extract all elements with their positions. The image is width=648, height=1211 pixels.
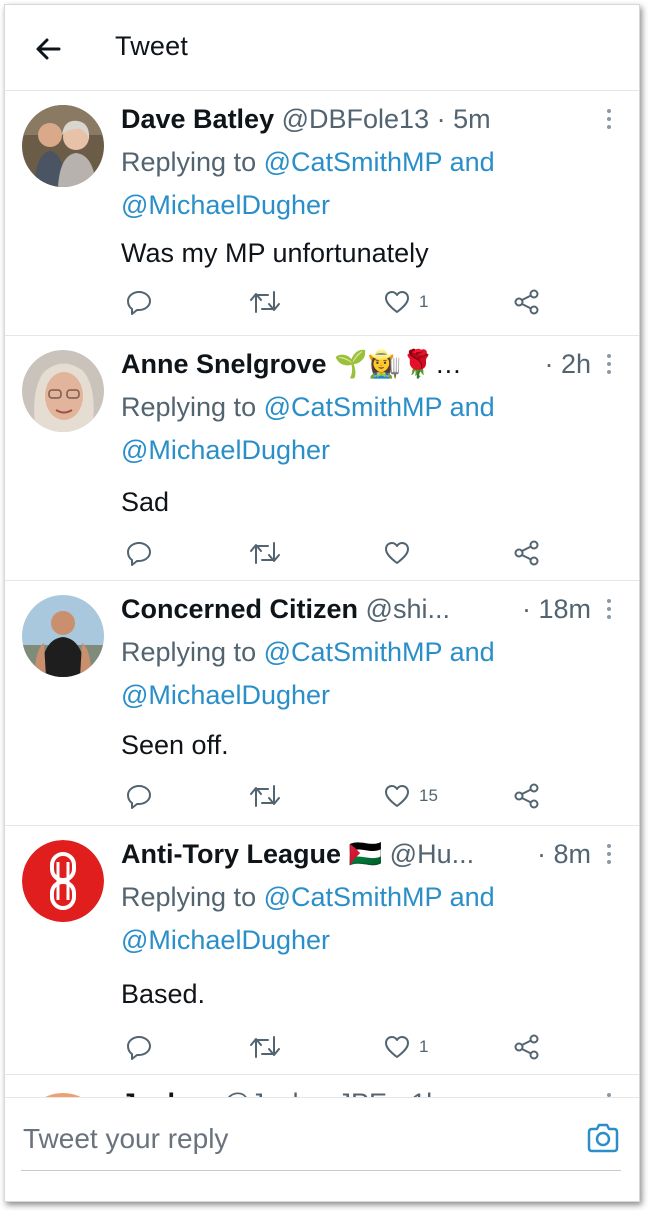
replying-prefix: Replying to [121, 147, 257, 177]
reply-tweet[interactable]: Anti-Tory League 🇵🇸 @Hu... · 8m Replying… [5, 826, 639, 1075]
separator-dot: · [544, 349, 554, 379]
reply-icon[interactable] [125, 538, 153, 568]
separator-dot: · [436, 104, 446, 134]
timestamp-value: 18m [538, 594, 591, 624]
like-icon[interactable]: 1 [383, 1032, 428, 1062]
more-options-icon[interactable] [601, 842, 617, 868]
user-handle[interactable]: @DBFole13 [282, 104, 429, 134]
tweet-header: Anti-Tory League 🇵🇸 @Hu... [121, 834, 599, 874]
like-count: 15 [419, 786, 438, 805]
reply-tweet[interactable]: Concerned Citizen @shi... · 18m Replying… [5, 581, 639, 826]
share-icon[interactable] [513, 1032, 541, 1062]
user-handle[interactable]: @Hu... [390, 839, 474, 869]
replying-prefix: Replying to [121, 392, 257, 422]
mention-link[interactable]: @MichaelDugher [121, 190, 330, 220]
avatar[interactable] [22, 595, 104, 677]
more-options-icon[interactable] [601, 597, 617, 623]
avatar[interactable] [22, 840, 104, 922]
like-icon[interactable]: 15 [383, 781, 438, 811]
name-emoji: 🌱👩‍🌾🌹… [334, 349, 462, 379]
avatar[interactable] [22, 350, 104, 432]
share-icon[interactable] [513, 781, 541, 811]
reply-input[interactable] [21, 1116, 565, 1162]
top-bar: Tweet [5, 5, 639, 91]
user-handle[interactable]: @shi... [366, 594, 450, 624]
replying-to: Replying to @CatSmithMP and @MichaelDugh… [121, 631, 591, 717]
timestamp-value: 2h [560, 349, 591, 379]
more-options-icon[interactable] [601, 107, 617, 133]
reply-icon[interactable] [125, 287, 153, 317]
mention-link[interactable]: @MichaelDugher [121, 925, 330, 955]
tweet-actions: 1 [121, 1032, 551, 1062]
separator-dot: · [536, 839, 546, 869]
retweet-icon[interactable] [249, 781, 281, 811]
timestamp: · 8m [537, 834, 591, 874]
mention-link[interactable]: @MichaelDugher [121, 435, 330, 465]
tweet-text: Sad [121, 487, 170, 517]
reply-tweet[interactable]: Dave Batley @DBFole13 · 5m Replying to @… [5, 91, 639, 336]
like-icon[interactable] [383, 538, 419, 568]
and-link[interactable]: and [450, 882, 495, 912]
replying-to: Replying to @CatSmithMP and @MichaelDugh… [121, 141, 591, 227]
display-name[interactable]: Anne Snelgrove [121, 349, 327, 379]
display-name[interactable]: Anti-Tory League [121, 839, 341, 869]
share-icon[interactable] [513, 538, 541, 568]
more-options-icon[interactable] [601, 352, 617, 378]
display-name[interactable]: Concerned Citizen [121, 594, 358, 624]
like-count: 1 [419, 292, 429, 311]
tweet-text: Based. [121, 979, 206, 1009]
tweet-actions: 15 [121, 781, 551, 811]
timestamp: 5m [453, 104, 491, 134]
tweet-actions: 1 [121, 287, 551, 317]
page-title: Tweet [115, 31, 189, 61]
and-link[interactable]: and [450, 147, 495, 177]
replying-prefix: Replying to [121, 637, 257, 667]
like-count: 1 [419, 1037, 429, 1056]
retweet-icon[interactable] [249, 538, 281, 568]
timestamp: · 18m [522, 589, 591, 629]
mention-link[interactable]: @MichaelDugher [121, 680, 330, 710]
and-link[interactable]: and [450, 637, 495, 667]
like-icon[interactable]: 1 [383, 287, 428, 317]
replying-prefix: Replying to [121, 882, 257, 912]
tweet-text: Was my MP unfortunately [121, 238, 429, 268]
timestamp-value: 8m [553, 839, 591, 869]
tweet-header: Anne Snelgrove 🌱👩‍🌾🌹… [121, 344, 599, 384]
reply-tweet[interactable]: Anne Snelgrove 🌱👩‍🌾🌹… · 2h Replying to @… [5, 336, 639, 581]
separator-dot: · [521, 594, 531, 624]
timestamp: · 2h [544, 344, 591, 384]
display-name[interactable]: Dave Batley [121, 104, 274, 134]
replying-to: Replying to @CatSmithMP and @MichaelDugh… [121, 876, 591, 962]
reply-composer [5, 1097, 639, 1201]
flag-emoji: 🇵🇸 [348, 839, 383, 869]
replying-to: Replying to @CatSmithMP and @MichaelDugh… [121, 386, 591, 472]
mention-link[interactable]: @CatSmithMP [264, 392, 442, 422]
mention-link[interactable]: @CatSmithMP [264, 882, 442, 912]
app-frame: Tweet Dave Batley @DBFole13 · 5m Replyin… [4, 4, 640, 1202]
camera-icon[interactable] [583, 1118, 623, 1158]
retweet-icon[interactable] [249, 287, 281, 317]
back-arrow-icon[interactable] [29, 29, 69, 69]
input-underline [21, 1170, 621, 1171]
retweet-icon[interactable] [249, 1032, 281, 1062]
reply-icon[interactable] [125, 781, 153, 811]
share-icon[interactable] [513, 287, 541, 317]
avatar[interactable] [22, 105, 104, 187]
mention-link[interactable]: @CatSmithMP [264, 637, 442, 667]
and-link[interactable]: and [450, 392, 495, 422]
tweet-header: Dave Batley @DBFole13 · 5m [121, 99, 599, 139]
mention-link[interactable]: @CatSmithMP [264, 147, 442, 177]
tweet-actions [121, 538, 551, 568]
tweet-text: Seen off. [121, 730, 229, 760]
reply-icon[interactable] [125, 1032, 153, 1062]
